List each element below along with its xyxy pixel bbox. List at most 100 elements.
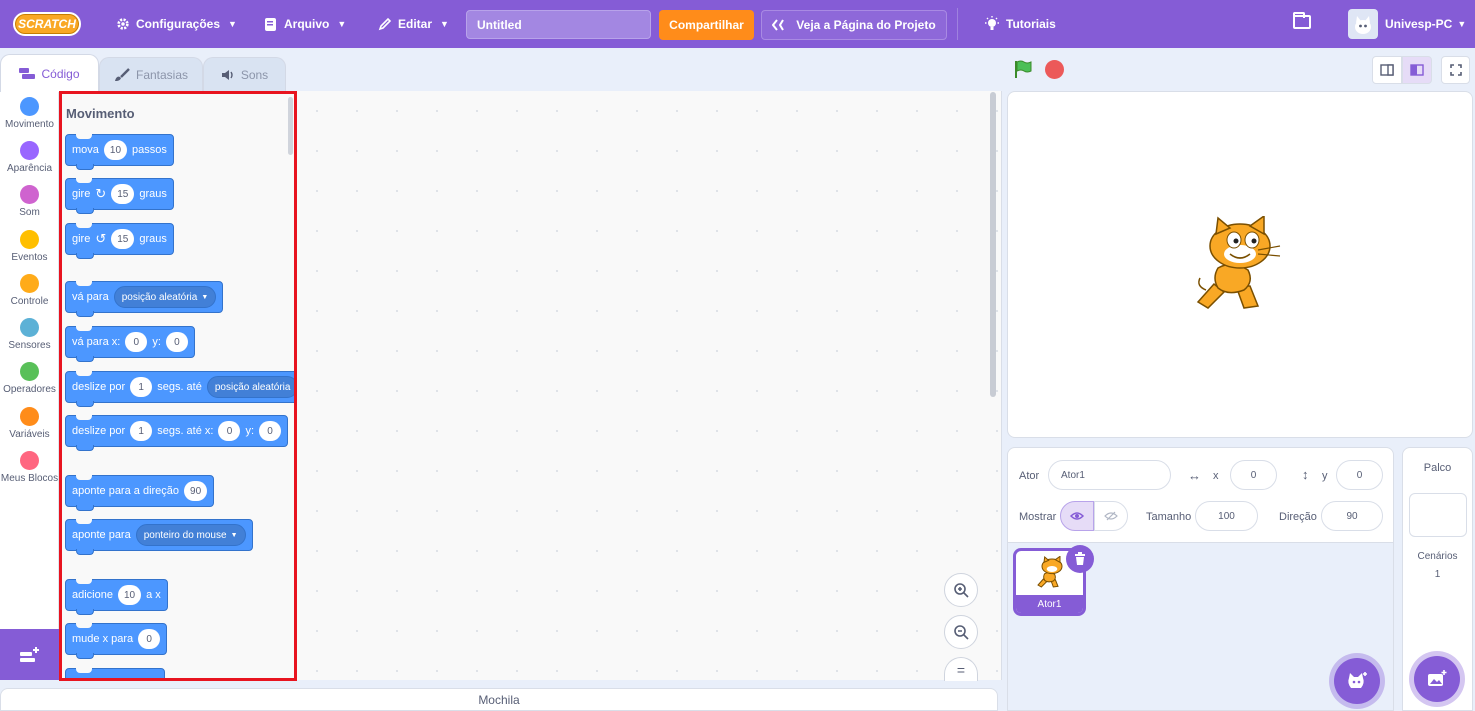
zoom-in-button[interactable] — [944, 573, 978, 607]
tab-costumes[interactable]: Fantasias — [99, 57, 203, 91]
edit-menu[interactable]: Editar ▼ — [378, 0, 449, 48]
category-sound[interactable]: Som — [0, 185, 59, 218]
project-title-input[interactable]: Untitled — [466, 10, 651, 39]
share-button[interactable]: Compartilhar — [659, 10, 754, 40]
x-label: x — [1213, 470, 1219, 482]
block-goto-xy[interactable]: vá para x: 0 y: 0 — [65, 326, 195, 362]
block-dropdown-value: posição aleatória — [121, 291, 198, 303]
code-workspace[interactable] — [297, 91, 1002, 680]
block-text: deslize por — [72, 425, 126, 437]
small-stage-icon — [1380, 64, 1394, 76]
category-dot — [20, 141, 39, 160]
normal-stage-button[interactable] — [1402, 56, 1432, 84]
block-glide[interactable]: deslize por 1 segs. até posição aleatóri… — [65, 371, 296, 407]
sprite-name-input[interactable]: Ator1 — [1048, 460, 1171, 490]
block-number-input[interactable]: 0 — [138, 629, 161, 649]
hide-sprite-button[interactable] — [1094, 501, 1128, 531]
block-number-input[interactable]: 15 — [111, 184, 135, 204]
block-dropdown[interactable]: ponteiro do mouse ▼ — [135, 524, 246, 546]
chevron-down-icon: ▼ — [1457, 19, 1467, 29]
block-dropdown[interactable]: posição aleatória ▼ — [113, 286, 217, 308]
user-menu[interactable]: Univesp-PC ▼ — [1385, 0, 1466, 48]
category-operators[interactable]: Operadores — [0, 362, 59, 395]
stage[interactable] — [1007, 91, 1473, 438]
choose-backdrop-button[interactable] — [1414, 656, 1460, 702]
zoom-in-icon — [954, 583, 969, 598]
project-page-label: Veja a Página do Projeto — [796, 18, 936, 32]
pencil-icon — [378, 17, 392, 31]
tab-sounds-label: Sons — [240, 67, 269, 82]
block-number-input[interactable]: 0 — [125, 332, 148, 352]
direction-input[interactable]: 90 — [1321, 501, 1383, 531]
category-label: Eventos — [11, 252, 48, 263]
category-my-blocks[interactable]: Meus Blocos — [0, 451, 59, 484]
delete-sprite-button[interactable] — [1066, 545, 1094, 573]
category-sensing[interactable]: Sensores — [0, 318, 59, 351]
block-text: a x — [146, 589, 161, 601]
choose-sprite-button[interactable] — [1334, 658, 1380, 704]
avatar[interactable] — [1348, 9, 1378, 39]
zoom-out-button[interactable] — [944, 615, 978, 649]
category-variables[interactable]: Variáveis — [0, 407, 59, 440]
block-glide-xy[interactable]: deslize por 1 segs. até x: 0 y: 0 — [65, 415, 289, 451]
block-move-steps[interactable]: mova 10 passos — [65, 134, 174, 170]
cat-sprite[interactable] — [1192, 216, 1288, 316]
scratch-logo[interactable]: SCRATCH — [13, 12, 81, 36]
workspace-scrollbar[interactable] — [990, 92, 996, 397]
block-turn-right[interactable]: gire ↻ 15 graus — [65, 178, 174, 214]
x-position-input[interactable]: 0 — [1230, 460, 1277, 490]
category-label: Aparência — [6, 163, 53, 174]
tutorials-button[interactable]: Tutoriais — [984, 0, 1056, 48]
settings-menu[interactable]: Configurações ▼ — [116, 0, 237, 48]
stop-button[interactable] — [1045, 60, 1064, 79]
block-set-x[interactable]: mude x para 0 — [65, 623, 168, 659]
project-page-button[interactable]: Veja a Página do Projeto — [761, 10, 947, 40]
backpack[interactable]: Mochila — [0, 688, 998, 711]
block-number-input[interactable]: 1 — [130, 377, 153, 397]
category-dot — [20, 407, 39, 426]
rotate-counterclockwise-icon: ↺ — [95, 231, 107, 246]
block-number-input[interactable]: 1 — [130, 421, 153, 441]
block-number-input[interactable]: 10 — [117, 585, 142, 605]
chevron-down-icon: ▼ — [228, 19, 237, 29]
project-page-icon — [772, 19, 785, 31]
size-input[interactable]: 100 — [1195, 501, 1258, 531]
block-text: y: — [245, 425, 255, 437]
block-number-input[interactable]: 0 — [165, 332, 188, 352]
block-goto[interactable]: vá para posição aleatória ▼ — [65, 281, 224, 317]
tab-sounds[interactable]: Sons — [203, 57, 286, 91]
show-sprite-button[interactable] — [1060, 501, 1094, 531]
add-extension-button[interactable] — [0, 629, 59, 680]
block-number-input[interactable]: 90 — [184, 481, 208, 501]
block-number-input[interactable]: 0 — [218, 421, 241, 441]
category-motion[interactable]: Movimento — [0, 97, 59, 130]
file-menu[interactable]: Arquivo ▼ — [264, 0, 346, 48]
tab-code[interactable]: Código — [0, 54, 99, 92]
block-dropdown[interactable]: posição aleatória — [206, 376, 296, 398]
category-looks[interactable]: Aparência — [0, 141, 59, 174]
block-point-towards[interactable]: aponte para ponteiro do mouse ▼ — [65, 519, 253, 555]
block-dropdown-value: ponteiro do mouse — [143, 529, 227, 541]
stage-thumbnail[interactable] — [1409, 493, 1467, 537]
block-partial[interactable] — [65, 668, 165, 680]
category-control[interactable]: Controle — [0, 274, 59, 307]
block-number-input[interactable]: 0 — [259, 421, 282, 441]
equals-icon: = — [956, 661, 966, 678]
palette-scrollbar[interactable] — [288, 97, 293, 155]
file-icon — [265, 17, 276, 31]
tab-code-label: Código — [41, 66, 80, 81]
block-number-input[interactable]: 10 — [103, 140, 128, 160]
block-change-x[interactable]: adicione 10 a x — [65, 579, 168, 615]
y-position-input[interactable]: 0 — [1336, 460, 1383, 490]
block-number-input[interactable]: 15 — [111, 229, 135, 249]
eye-icon — [1070, 512, 1084, 520]
block-text: aponte para — [72, 529, 131, 541]
category-events[interactable]: Eventos — [0, 230, 59, 263]
small-stage-button[interactable] — [1372, 56, 1402, 84]
my-stuff-folder-icon[interactable] — [1293, 12, 1311, 29]
fullscreen-button[interactable] — [1441, 56, 1470, 84]
block-turn-left[interactable]: gire ↺ 15 graus — [65, 223, 174, 259]
block-point-direction[interactable]: aponte para a direção 90 — [65, 475, 215, 511]
green-flag-button[interactable] — [1013, 59, 1033, 84]
settings-label: Configurações — [136, 17, 221, 31]
